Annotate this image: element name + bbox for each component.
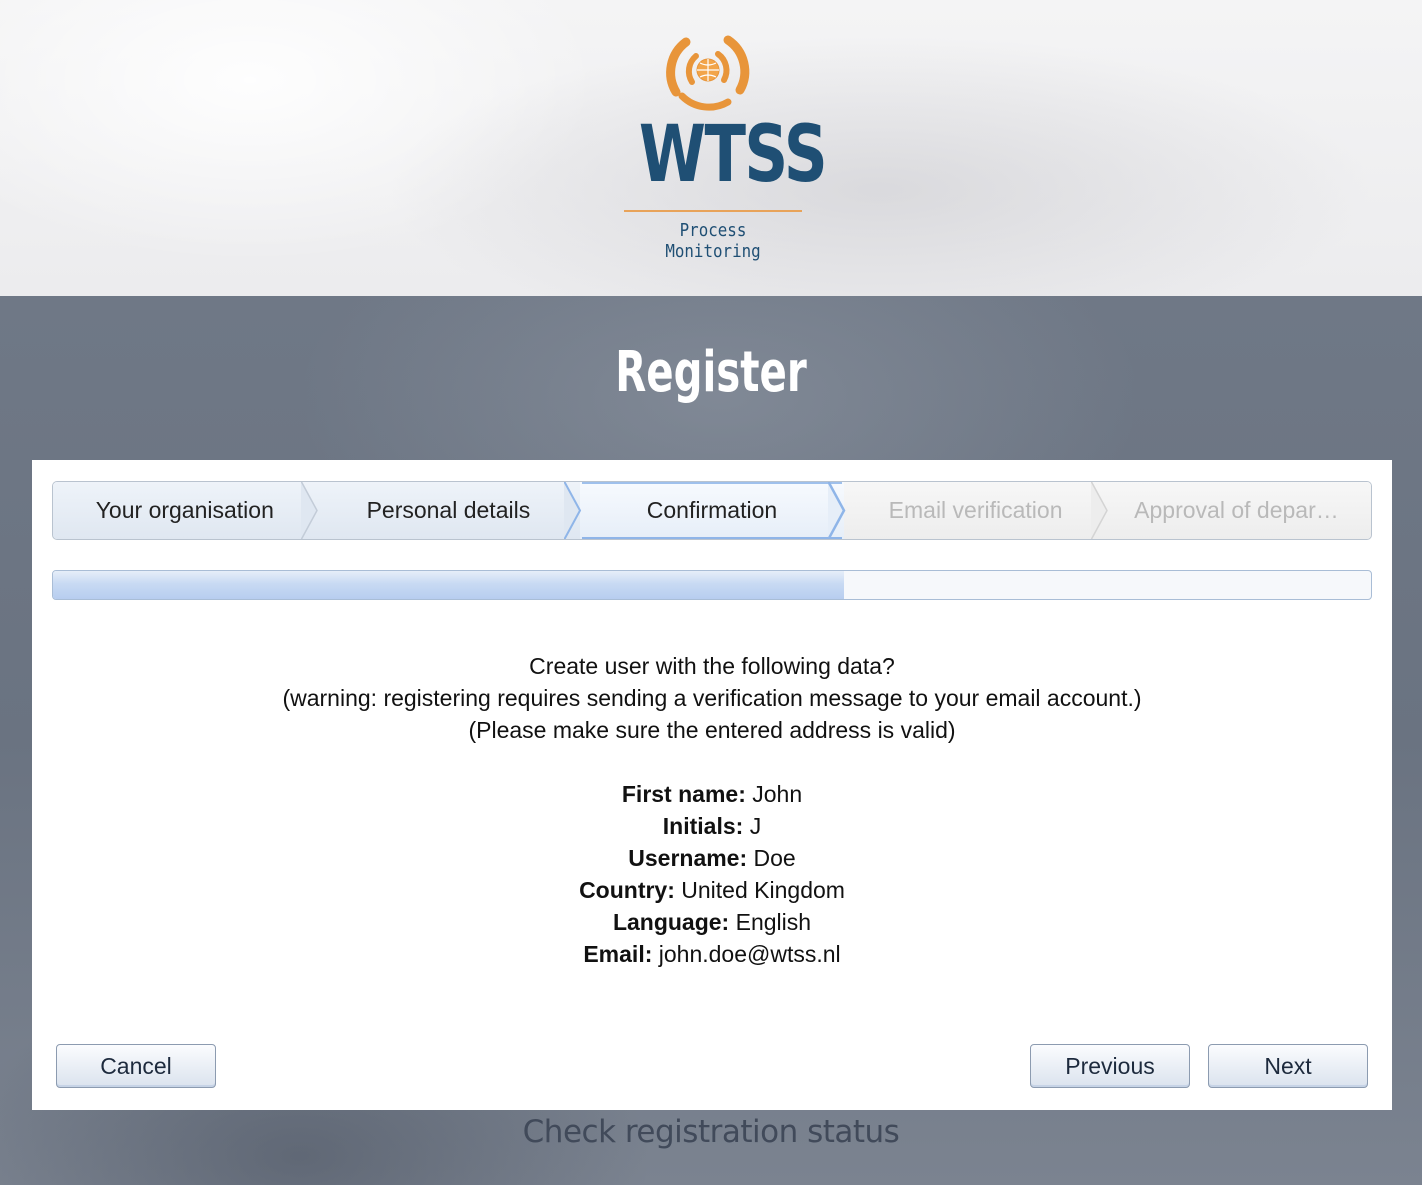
cancel-button[interactable]: Cancel [56, 1044, 216, 1088]
broadcast-globe-icon [666, 35, 750, 111]
detail-value: John [752, 781, 803, 807]
progress-bar-fill [53, 571, 844, 599]
wizard-step-confirmation[interactable]: Confirmation [580, 482, 846, 539]
user-details: First name: John Initials: J Username: D… [32, 778, 1392, 970]
confirmation-warning: (warning: registering requires sending a… [282, 685, 1142, 711]
detail-value: United Kingdom [681, 877, 845, 903]
detail-username: Username: Doe [32, 842, 1392, 874]
wizard-steps: Your organisation Personal details Confi… [52, 481, 1372, 540]
detail-country: Country: United Kingdom [32, 874, 1392, 906]
confirmation-question: Create user with the following data? [529, 653, 895, 679]
detail-label: Initials: [662, 813, 744, 839]
logo-wordmark: WTSS [638, 110, 828, 200]
wizard-step-label: Your organisation [95, 497, 274, 523]
logo-tagline: Process Monitoring [665, 220, 761, 262]
detail-value: john.doe@wtss.nl [658, 941, 841, 967]
step-separator-icon [300, 482, 318, 539]
detail-value: English [735, 909, 812, 935]
detail-label: Country: [579, 877, 675, 903]
wizard-step-organisation[interactable]: Your organisation [53, 482, 318, 539]
header: WTSS Process Monitoring [0, 0, 1422, 296]
detail-label: Username: [628, 845, 748, 871]
page-title: Register [615, 340, 807, 405]
detail-label: First name: [621, 781, 746, 807]
wizard-step-personal-details[interactable]: Personal details [316, 482, 582, 539]
detail-initials: Initials: J [32, 810, 1392, 842]
wizard-step-label: Personal details [366, 497, 531, 523]
wizard-step-approval: Approval of department [1107, 482, 1371, 539]
detail-first-name: First name: John [32, 778, 1392, 810]
logo-divider [624, 210, 802, 212]
step-separator-icon [827, 482, 846, 539]
step-separator-icon [1091, 482, 1109, 539]
previous-button[interactable]: Previous [1030, 1044, 1190, 1088]
detail-language: Language: English [32, 906, 1392, 938]
progress-bar [52, 570, 1372, 600]
wizard-step-label: Confirmation [646, 497, 778, 523]
wizard-step-email-verification: Email verification [843, 482, 1109, 539]
step-separator-icon [564, 482, 582, 539]
detail-label: Language: [612, 909, 730, 935]
check-registration-status-link[interactable]: Check registration status [0, 1114, 1422, 1150]
wizard-step-label: Email verification [888, 497, 1063, 523]
confirmation-message: Create user with the following data? (wa… [32, 650, 1392, 746]
next-button[interactable]: Next [1208, 1044, 1368, 1088]
register-card: Your organisation Personal details Confi… [32, 460, 1392, 1110]
detail-email: Email: john.doe@wtss.nl [32, 938, 1392, 970]
wtss-logo: WTSS Process Monitoring [618, 30, 828, 262]
detail-value: J [749, 813, 762, 839]
detail-label: Email: [583, 941, 653, 967]
detail-value: Doe [753, 845, 796, 871]
confirmation-note: (Please make sure the entered address is… [468, 717, 956, 743]
wizard-step-label: Approval of department [1134, 497, 1344, 523]
